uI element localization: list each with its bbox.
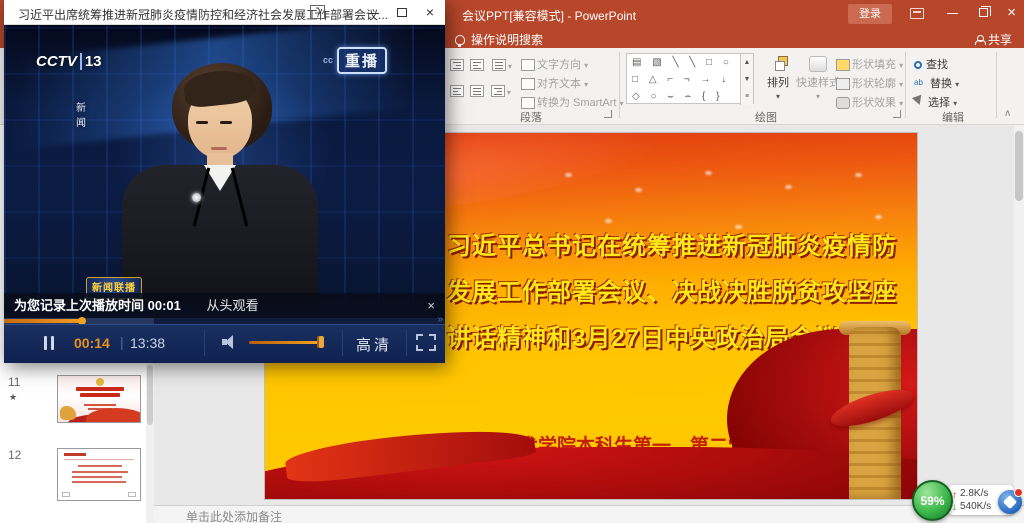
replay-badge: 重播 xyxy=(337,47,387,74)
player-titlebar[interactable]: 习近平出席统筹推进新冠肺炎疫情防控和经济社会发展工作部署会议... × xyxy=(4,0,445,25)
slide-12-thumbnail[interactable] xyxy=(57,448,141,501)
brooch xyxy=(192,193,201,202)
notes-placeholder[interactable]: 单击此处添加备注 xyxy=(186,508,282,523)
shape-fill-button[interactable]: 形状填充 ▾ xyxy=(836,56,903,72)
tell-me-label: 操作说明搜索 xyxy=(471,31,543,48)
indent-buttons[interactable] xyxy=(450,56,486,74)
close-icon[interactable]: × xyxy=(1007,4,1016,21)
player-window-title: 习近平出席统筹推进新冠肺炎疫情防控和经济社会发展工作部署会议... xyxy=(18,6,388,23)
share-button[interactable]: 共享 xyxy=(975,31,1012,48)
powerpoint-title: 会议PPT[兼容模式] - PowerPoint xyxy=(462,7,636,24)
login-button[interactable]: 登录 xyxy=(848,4,892,24)
cctv-13-logo: CCTV13 新 闻 xyxy=(36,53,102,70)
lightbulb-icon xyxy=(455,35,465,45)
cursor-icon xyxy=(912,95,926,112)
shapes-row[interactable]: ▤ ▧ ╲ ╲ □ ○ xyxy=(627,54,753,71)
party-emblem-icon xyxy=(96,378,104,386)
shapes-gallery-scroll[interactable]: ▲ ▼ ≡ xyxy=(740,54,753,105)
toast-close-icon[interactable]: × xyxy=(427,293,435,318)
drawing-dialog-launcher[interactable] xyxy=(893,110,901,118)
animation-star-icon: ★ xyxy=(9,392,17,403)
text-direction-button[interactable]: 文字方向 ▾ xyxy=(521,56,588,72)
video-player-window: 习近平出席统筹推进新冠肺炎疫情防控和经济社会发展工作部署会议... × CCTV… xyxy=(4,0,445,363)
quick-styles-icon xyxy=(809,56,827,72)
paragraph-group-label: 段落 xyxy=(520,109,542,125)
player-minimize-icon[interactable] xyxy=(368,13,379,14)
shape-outline-button[interactable]: 形状轮廓 ▾ xyxy=(836,75,903,91)
arrange-icon xyxy=(768,56,788,72)
quality-button[interactable]: 高清 xyxy=(356,334,392,355)
select-button[interactable]: 选择 ▾ xyxy=(914,94,957,110)
resume-toast: 为您记录上次播放时间 00:01 从头观看 × xyxy=(4,293,445,318)
current-time: 00:14 xyxy=(74,335,110,351)
ribbon-display-options-icon[interactable] xyxy=(910,8,924,19)
arrange-button[interactable]: 排列▾ xyxy=(756,56,800,102)
volume-icon[interactable] xyxy=(222,335,238,349)
line-spacing-button[interactable]: ▾ xyxy=(492,56,512,74)
memory-accelerator-ball[interactable]: 59% xyxy=(912,480,953,521)
slide-area-scrollbar-thumb[interactable] xyxy=(1015,131,1023,201)
volume-handle[interactable] xyxy=(317,336,324,348)
shapes-gallery[interactable]: ▤ ▧ ╲ ╲ □ ○ □ △ ⌐ ¬ → ↓ ◇ ○ ⌣ ⌢ { } ▲ ▼ … xyxy=(626,53,754,104)
notes-pane[interactable] xyxy=(154,505,1024,523)
pause-button[interactable] xyxy=(44,336,47,350)
person-icon xyxy=(975,35,984,44)
volume-slider[interactable] xyxy=(249,341,319,344)
play-from-start-link[interactable]: 从头观看 xyxy=(207,298,259,313)
toast-time: 00:01 xyxy=(148,298,181,313)
align-text-button[interactable]: 对齐文本 ▾ xyxy=(521,75,588,91)
player-control-bar: 00:14 | 13:38 高清 xyxy=(4,324,445,363)
slide-title-line: 习近平总书记在统筹推进新冠肺炎疫情防 xyxy=(447,226,917,261)
slide-12-number: 12 xyxy=(8,448,21,462)
security-app-icon[interactable] xyxy=(998,490,1022,514)
convert-smartart-button[interactable]: 转换为 SmartArt ▾ xyxy=(521,94,624,110)
share-label: 共享 xyxy=(988,31,1012,48)
fullscreen-icon[interactable] xyxy=(416,334,436,351)
tell-me-search[interactable]: 操作说明搜索 xyxy=(455,31,543,48)
slide-title-line: 发展工作部署会议、决战决胜脱贫攻坚座 xyxy=(447,272,917,307)
toast-message: 为您记录上次播放时间 xyxy=(14,298,144,313)
replace-icon: ab xyxy=(914,78,926,90)
panel-scrollbar-thumb[interactable] xyxy=(147,365,153,425)
player-close-icon[interactable]: × xyxy=(426,4,434,20)
slide-11-thumbnail[interactable] xyxy=(57,375,141,423)
lion-decoration xyxy=(60,406,76,420)
shape-effects-button[interactable]: 形状效果 ▾ xyxy=(836,94,903,110)
screen: 会议PPT[兼容模式] - PowerPoint 登录 × 操作说明搜索 共享 … xyxy=(0,0,1024,523)
paragraph-dialog-launcher[interactable] xyxy=(604,110,612,118)
slide-11-number: 11 xyxy=(8,375,20,389)
magnifier-icon xyxy=(914,61,922,69)
editing-group-label: 编辑 xyxy=(942,109,964,125)
minimize-icon[interactable] xyxy=(947,13,958,14)
restore-icon[interactable] xyxy=(979,8,988,17)
app-glyph-icon xyxy=(1003,495,1017,509)
pin-on-top-icon[interactable] xyxy=(310,5,325,19)
total-duration: 13:38 xyxy=(130,335,165,351)
quick-styles-button[interactable]: 快速样式▾ xyxy=(796,56,840,102)
collapse-ribbon-icon[interactable]: ∧ xyxy=(1004,108,1011,119)
video-frame[interactable]: CCTV13 新 闻 重播 新闻联播 xyxy=(4,25,445,305)
pause-button[interactable] xyxy=(51,336,54,350)
replace-button[interactable]: ab替换 ▾ xyxy=(914,75,959,91)
player-maximize-icon[interactable] xyxy=(397,8,407,17)
find-button[interactable]: 查找 xyxy=(914,56,948,72)
shapes-row[interactable]: ◇ ○ ⌣ ⌢ { } xyxy=(627,88,753,105)
align-buttons[interactable]: ▾ xyxy=(450,82,511,100)
notification-badge xyxy=(1014,488,1023,497)
drawing-group-label: 绘图 xyxy=(755,109,777,125)
played-bar xyxy=(4,319,82,323)
shapes-row[interactable]: □ △ ⌐ ¬ → ↓ xyxy=(627,71,753,88)
